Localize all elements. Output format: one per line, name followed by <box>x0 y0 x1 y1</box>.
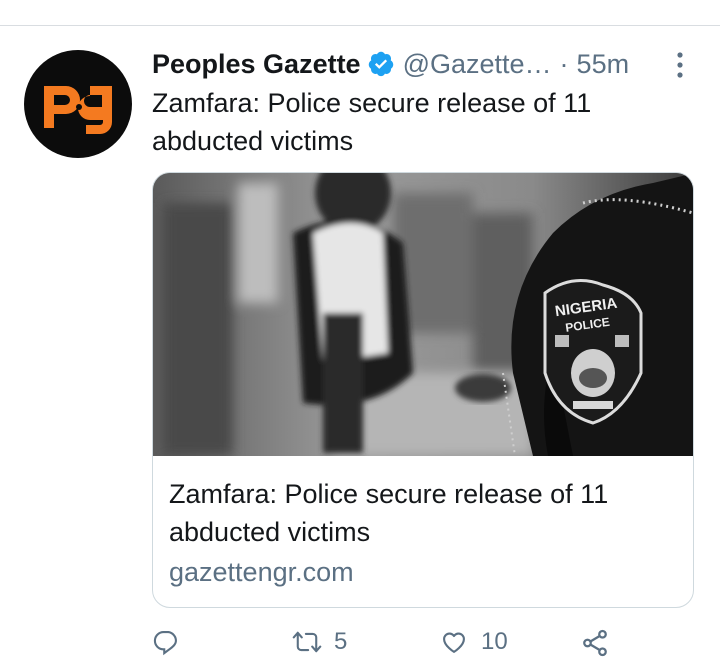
card-domain[interactable]: gazettengr.com <box>169 557 354 588</box>
retweet-count: 5 <box>334 628 348 655</box>
share-icon[interactable] <box>580 628 610 658</box>
author-name[interactable]: Peoples Gazette <box>152 49 361 80</box>
reply-action[interactable] <box>152 628 192 656</box>
author-handle[interactable]: @Gazette… <box>403 49 552 80</box>
separator-dot: · <box>559 48 569 79</box>
retweet-icon[interactable] <box>292 628 322 656</box>
link-preview-card[interactable]: NIGERIA POLICE Zamfara: Police secure re… <box>152 172 694 608</box>
verified-badge-icon <box>368 51 393 77</box>
tweet-header: Peoples Gazette @Gazette… · 55m <box>152 44 672 84</box>
like-count: 10 <box>481 628 508 655</box>
police-photo-image: NIGERIA POLICE <box>153 173 693 456</box>
heart-icon[interactable] <box>439 628 469 656</box>
tweet-actions: 5 10 <box>152 628 712 668</box>
card-image: NIGERIA POLICE <box>153 173 693 456</box>
card-title[interactable]: Zamfara: Police secure release of 11 abd… <box>169 475 669 551</box>
peoples-gazette-logo-icon <box>44 86 112 134</box>
like-action[interactable]: 10 <box>439 628 508 656</box>
top-divider <box>0 25 720 26</box>
retweet-action[interactable]: 5 <box>292 628 347 656</box>
more-vertical-icon[interactable] <box>670 50 690 80</box>
share-action[interactable] <box>580 628 610 658</box>
reply-icon[interactable] <box>152 628 180 656</box>
tweet-text: Zamfara: Police secure release of 11 abd… <box>152 88 592 156</box>
tweet-timestamp[interactable]: 55m <box>577 49 630 80</box>
avatar[interactable] <box>24 50 132 158</box>
